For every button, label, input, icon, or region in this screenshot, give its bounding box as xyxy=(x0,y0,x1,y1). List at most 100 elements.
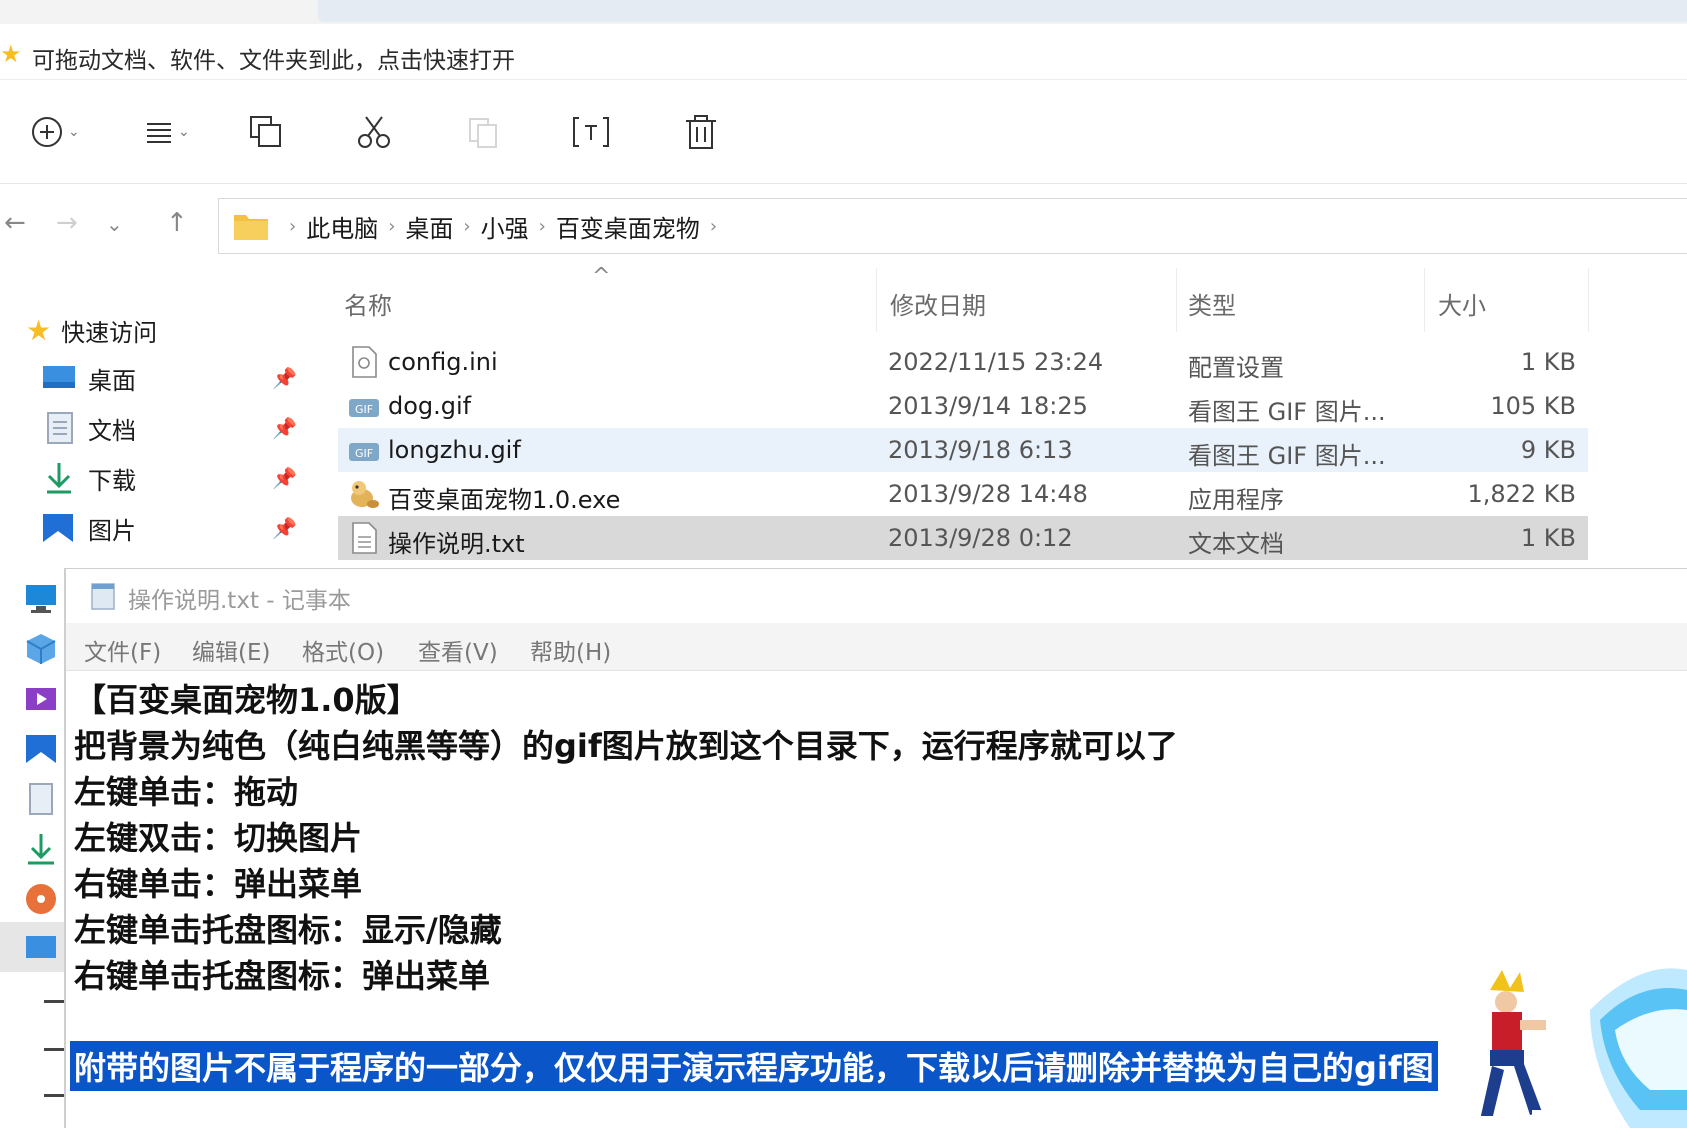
delete-button[interactable] xyxy=(684,110,718,154)
menu-view[interactable]: 查看(V) xyxy=(418,633,498,667)
quick-drop-hint: 可拖动文档、软件、文件夹到此，点击快速打开 xyxy=(32,48,515,74)
paste-button[interactable] xyxy=(466,110,500,154)
column-divider[interactable] xyxy=(1424,268,1425,332)
gif-file-icon: GIF xyxy=(349,399,379,417)
paste-icon xyxy=(469,118,497,148)
notepad-title: 操作说明.txt - 记事本 xyxy=(128,588,351,614)
sidebar-item-documents[interactable]: 文档 📌 xyxy=(0,406,310,450)
txt-file-icon xyxy=(352,522,377,554)
breadcrumb-xiaoqiang[interactable]: 小强 xyxy=(481,209,529,244)
sidebar-item-desktop[interactable]: 桌面 📌 xyxy=(0,356,310,400)
file-row-dog-gif[interactable]: GIF dog.gif 2013/9/14 18:25 看图王 GIF 图片..… xyxy=(338,384,1588,428)
new-button[interactable]: ⌄ xyxy=(30,110,80,154)
drive-icon[interactable] xyxy=(44,1094,66,1097)
column-header-name[interactable]: 名称 xyxy=(344,286,392,321)
notepad-title-bar[interactable]: 操作说明.txt - 记事本 xyxy=(66,569,1687,621)
notepad-icon xyxy=(91,583,115,610)
download-icon xyxy=(47,463,71,494)
copy-icon xyxy=(250,116,281,147)
address-bar[interactable]: › 此电脑 › 桌面 › 小强 › 百变桌面宠物 › xyxy=(218,198,1687,254)
pin-icon[interactable]: 📌 xyxy=(272,516,297,540)
delete-icon xyxy=(686,115,716,149)
column-divider[interactable] xyxy=(1588,268,1589,332)
file-row-desktop-pet-exe[interactable]: 百变桌面宠物1.0.exe 2013/9/28 14:48 应用程序 1,822… xyxy=(338,472,1588,516)
desktop-icon[interactable] xyxy=(24,930,58,964)
view-icon xyxy=(147,123,171,143)
breadcrumb-separator-icon: › xyxy=(463,215,471,237)
documents-icon[interactable] xyxy=(24,782,58,816)
download-icon[interactable] xyxy=(24,832,58,866)
column-header-date[interactable]: 修改日期 xyxy=(890,286,986,321)
text-line: 右键单击托盘图标：弹出菜单 xyxy=(74,957,491,995)
sort-ascending-icon: ^ xyxy=(592,264,611,289)
videos-icon[interactable] xyxy=(24,682,58,716)
this-pc-icon[interactable] xyxy=(24,582,58,616)
column-divider[interactable] xyxy=(1176,268,1177,332)
drive-icon[interactable] xyxy=(44,1048,66,1051)
chevron-down-icon: ⌄ xyxy=(68,124,80,140)
text-line: 把背景为纯色（纯白纯黑等等）的gif图片放到这个目录下，运行程序就可以了 xyxy=(74,727,1178,765)
up-arrow-icon[interactable]: ↑ xyxy=(166,208,188,238)
3d-objects-icon[interactable] xyxy=(24,632,58,666)
notepad-menu-bar: 文件(F) 编辑(E) 格式(O) 查看(V) 帮助(H) xyxy=(66,623,1687,671)
cut-button[interactable] xyxy=(356,110,392,154)
sidebar-quick-access[interactable]: ★ 快速访问 xyxy=(0,308,310,352)
text-line: 左键双击：切换图片 xyxy=(74,819,363,857)
sidebar-lower-icons xyxy=(0,580,66,1128)
breadcrumb-separator-icon: › xyxy=(709,215,718,237)
ini-file-icon xyxy=(352,346,377,378)
drive-icon[interactable] xyxy=(44,1000,66,1003)
rename-icon xyxy=(573,117,609,147)
breadcrumb-desktop[interactable]: 桌面 xyxy=(405,209,453,244)
rename-button[interactable] xyxy=(572,110,610,154)
text-line: 【百变桌面宠物1.0版】 xyxy=(74,681,419,719)
recent-chevron-icon[interactable]: ⌄ xyxy=(106,212,123,236)
file-list-header: ^ 名称 修改日期 类型 大小 xyxy=(338,264,1687,332)
text-line: 右键单击：弹出菜单 xyxy=(74,865,363,903)
pictures-icon xyxy=(43,514,73,542)
file-list: ^ 名称 修改日期 类型 大小 config.ini 2022/11/15 23… xyxy=(338,264,1687,568)
command-toolbar: ⌄ ⌄ xyxy=(0,82,1687,184)
menu-format[interactable]: 格式(O) xyxy=(302,633,384,667)
copy-button[interactable] xyxy=(248,110,284,154)
selected-text-line: 附带的图片不属于程序的一部分，仅仅用于演示程序功能，下载以后请删除并替换为自己的… xyxy=(70,1041,1438,1091)
sidebar-item-pictures[interactable]: 图片 📌 xyxy=(0,506,310,550)
column-header-size[interactable]: 大小 xyxy=(1438,286,1486,321)
file-row-config-ini[interactable]: config.ini 2022/11/15 23:24 配置设置 1 KB xyxy=(338,340,1588,384)
text-line: 左键单击：拖动 xyxy=(74,773,299,811)
svg-text:GIF: GIF xyxy=(355,403,373,416)
menu-edit[interactable]: 编辑(E) xyxy=(192,633,270,667)
forward-arrow-icon[interactable]: → xyxy=(56,208,78,238)
breadcrumb-this-pc[interactable]: 此电脑 xyxy=(306,209,378,244)
breadcrumb-separator-icon: › xyxy=(538,215,546,237)
documents-icon xyxy=(47,412,73,444)
star-icon: ★ xyxy=(0,40,22,68)
column-header-type[interactable]: 类型 xyxy=(1188,286,1236,321)
sidebar-item-downloads[interactable]: 下载 📌 xyxy=(0,456,310,500)
chevron-down-icon: ⌄ xyxy=(178,124,190,140)
window-top-strip xyxy=(0,0,1687,24)
navigation-row: ← → ⌄ ↑ › 此电脑 › 桌面 › 小强 › 百变桌面宠物 › xyxy=(0,190,1687,262)
pictures-icon[interactable] xyxy=(24,732,58,766)
new-icon xyxy=(32,117,62,147)
pin-icon[interactable]: 📌 xyxy=(272,466,297,490)
music-icon[interactable] xyxy=(24,882,58,916)
breadcrumb-separator-icon: › xyxy=(289,215,297,237)
desktop-icon xyxy=(43,366,75,388)
breadcrumb-desktop-pet[interactable]: 百变桌面宠物 xyxy=(556,209,700,244)
quick-drop-bar[interactable]: ★ 可拖动文档、软件、文件夹到此，点击快速打开 xyxy=(0,26,1687,80)
back-arrow-icon[interactable]: ← xyxy=(4,208,26,238)
svg-text:GIF: GIF xyxy=(355,447,373,460)
pin-icon[interactable]: 📌 xyxy=(272,416,297,440)
file-row-longzhu-gif[interactable]: GIF longzhu.gif 2013/9/18 6:13 看图王 GIF 图… xyxy=(338,428,1588,472)
cut-icon xyxy=(358,116,390,148)
desktop-pet-sprite[interactable] xyxy=(1440,950,1687,1128)
star-icon: ★ xyxy=(26,313,52,347)
file-row-readme-txt[interactable]: 操作说明.txt 2013/9/28 0:12 文本文档 1 KB xyxy=(338,516,1588,560)
column-divider[interactable] xyxy=(876,268,877,332)
view-button[interactable]: ⌄ xyxy=(144,110,190,154)
folder-icon xyxy=(234,215,268,240)
pin-icon[interactable]: 📌 xyxy=(272,366,297,390)
menu-help[interactable]: 帮助(H) xyxy=(530,633,611,667)
menu-file[interactable]: 文件(F) xyxy=(84,633,161,667)
